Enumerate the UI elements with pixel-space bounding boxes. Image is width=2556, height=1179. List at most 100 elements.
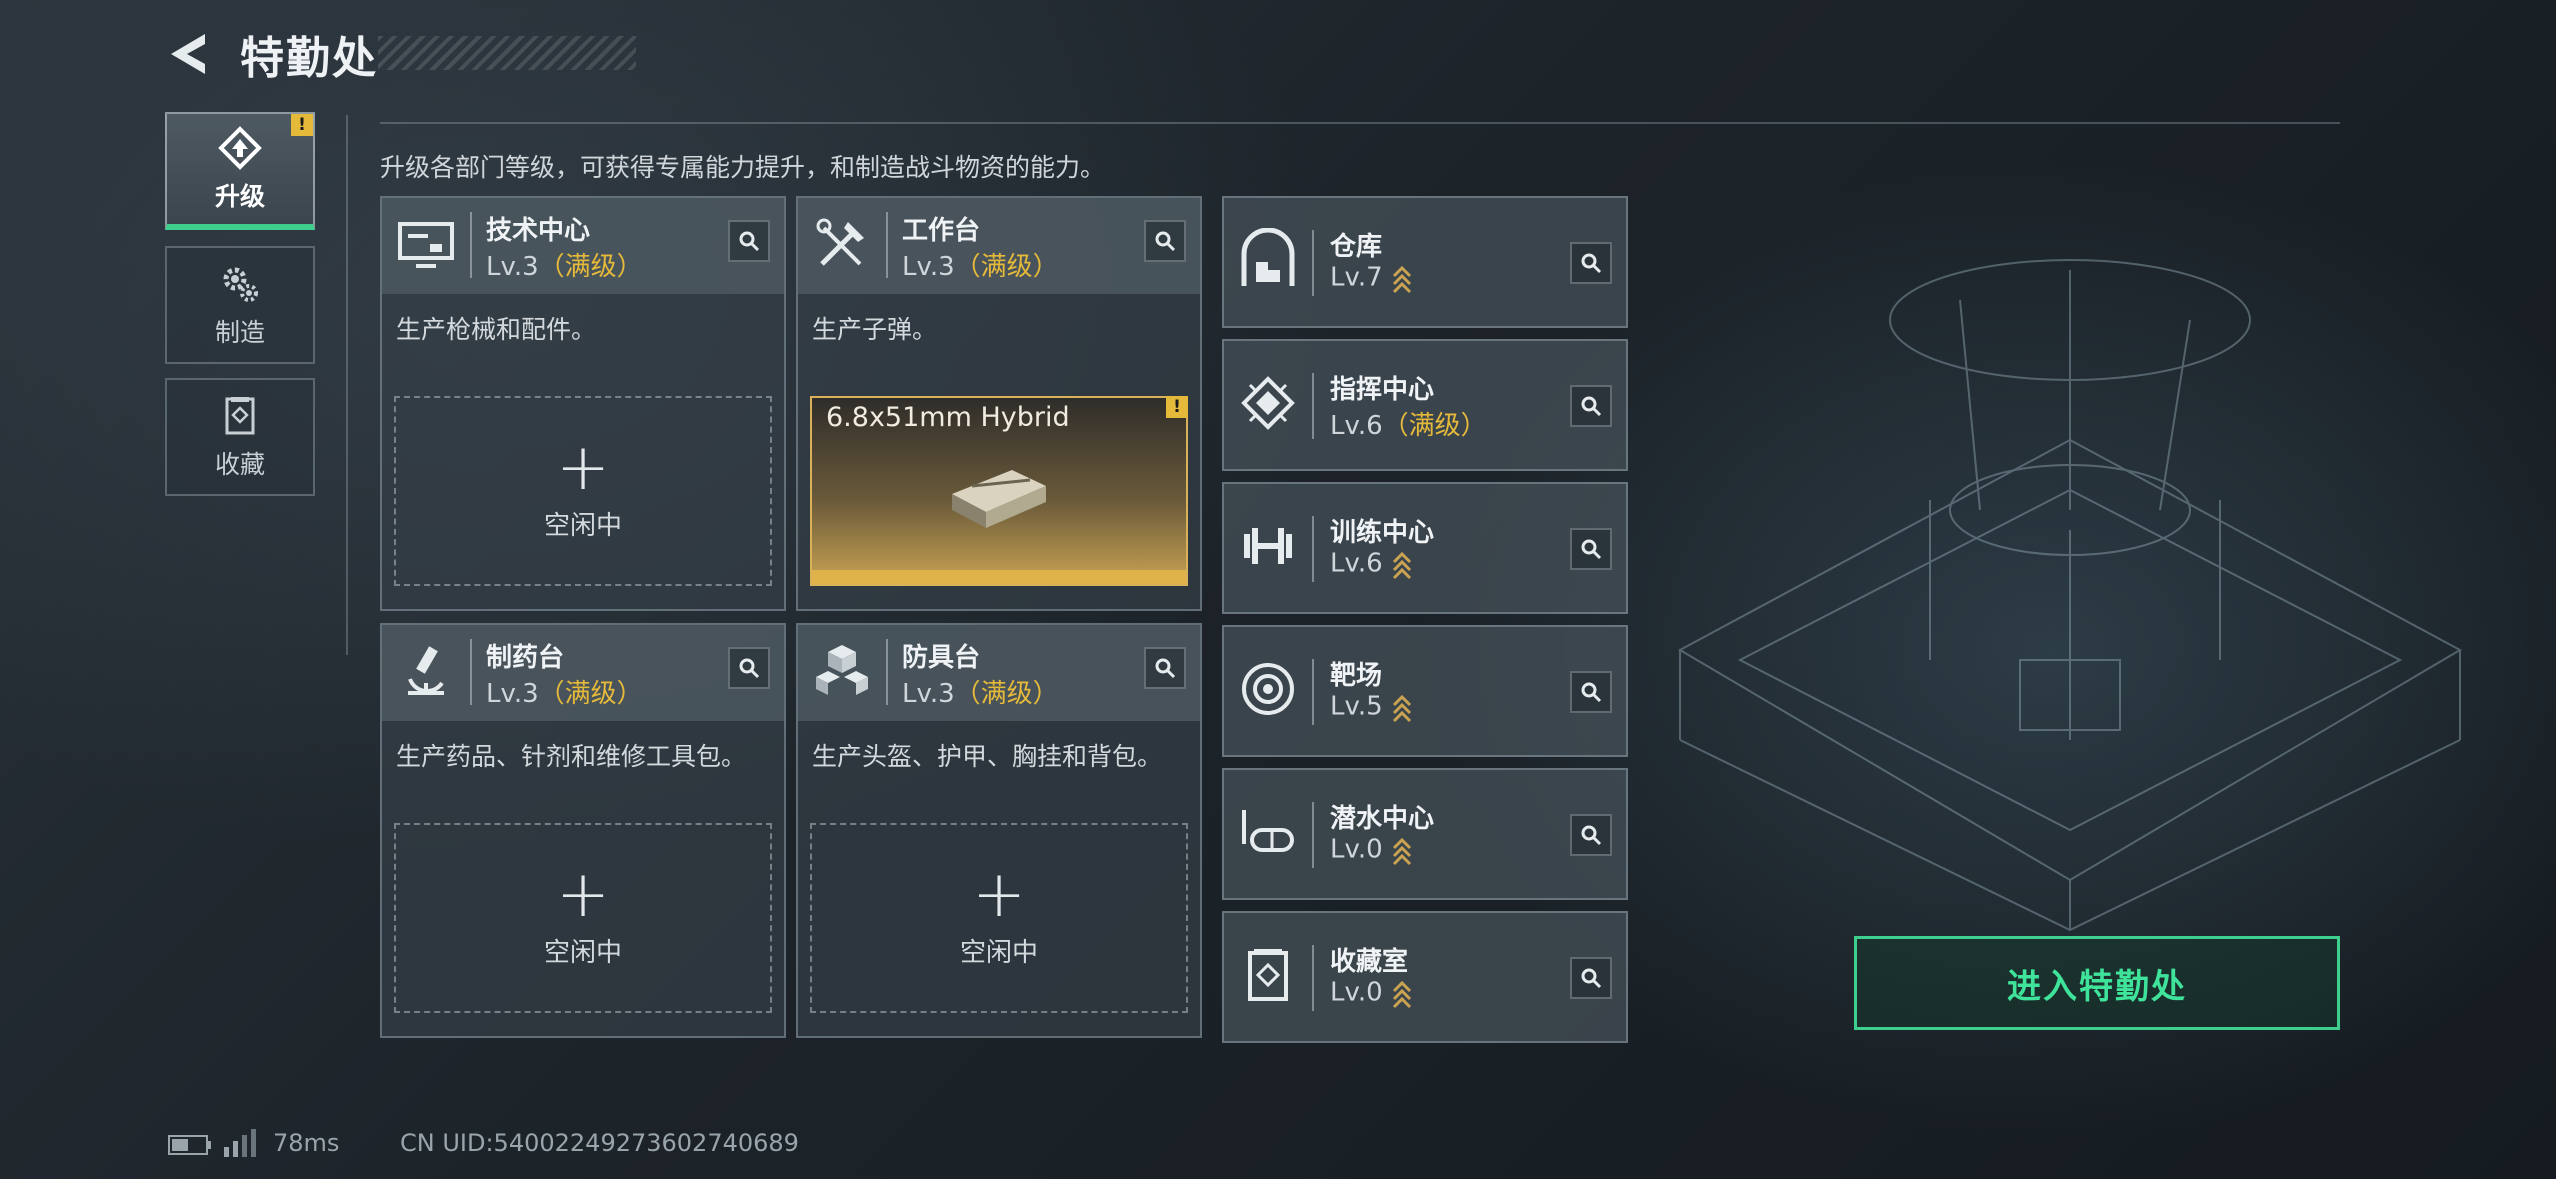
- max-level-tag: （满级）: [538, 252, 643, 282]
- building-level: Lv.5: [1330, 691, 1413, 723]
- gears-icon: [223, 267, 258, 302]
- upgrade-available-icon: [1392, 837, 1411, 866]
- station-level: Lv.3（满级）: [486, 246, 643, 283]
- divider: [380, 122, 2340, 124]
- production-slot[interactable]: + 空闲中: [394, 823, 772, 1013]
- separator: [470, 639, 472, 705]
- battery-icon: [168, 1135, 211, 1155]
- level-value: Lv.3: [902, 252, 955, 282]
- building-level: Lv.0: [1330, 977, 1413, 1009]
- tab-label: 制造: [214, 318, 265, 347]
- search-icon: [1581, 825, 1602, 846]
- station-name: 制药台: [486, 643, 565, 673]
- station-description: 生产头盔、护甲、胸挂和背包。: [812, 742, 1163, 771]
- dumbbell-icon: [1244, 528, 1292, 564]
- station-name: 工作台: [902, 216, 981, 246]
- building-warehouse[interactable]: 仓库 Lv.7: [1222, 196, 1628, 328]
- signal-icon: [224, 1129, 256, 1157]
- progress-bar: [812, 570, 1186, 584]
- slot-status: 空闲中: [543, 937, 622, 968]
- slot-status: 空闲中: [959, 937, 1038, 968]
- ammo-box-image: [952, 470, 1046, 528]
- section-description: 升级各部门等级，可获得专属能力提升，和制造战斗物资的能力。: [380, 153, 1106, 182]
- inspect-button[interactable]: [1570, 814, 1612, 856]
- building-diving-center[interactable]: 潜水中心 Lv.0: [1222, 768, 1628, 900]
- search-icon: [739, 658, 760, 679]
- produced-item-name: 6.8x51mm Hybrid: [826, 402, 1070, 433]
- building-name: 潜水中心: [1330, 804, 1435, 834]
- station-card-pharmacy[interactable]: 制药台 Lv.3（满级） 生产药品、针剂和维修工具包。 + 空闲中: [380, 623, 786, 1038]
- production-slot[interactable]: + 空闲中: [810, 823, 1188, 1013]
- building-training-center[interactable]: 训练中心 Lv.6: [1222, 482, 1628, 614]
- building-name: 指挥中心: [1330, 375, 1435, 405]
- building-name: 仓库: [1330, 232, 1383, 262]
- tools-icon: [816, 218, 864, 266]
- station-level: Lv.3（满级）: [486, 673, 643, 710]
- warehouse-icon: [1241, 228, 1295, 286]
- station-level: Lv.3（满级）: [902, 246, 1059, 283]
- tab-upgrade[interactable]: 升级 !: [165, 112, 315, 230]
- building-level: Lv.0: [1330, 834, 1413, 866]
- building-level: Lv.7: [1330, 262, 1413, 294]
- upgrade-available-icon: [1392, 980, 1411, 1009]
- slot-status: 空闲中: [543, 510, 622, 541]
- building-shooting-range[interactable]: 靶场 Lv.5: [1222, 625, 1628, 757]
- upgrade-available-icon: [1392, 551, 1411, 580]
- card-header: 防具台 Lv.3（满级）: [798, 625, 1200, 721]
- station-card-workbench[interactable]: 工作台 Lv.3（满级） 生产子弹。 6.8x51mm Hybrid !: [796, 196, 1202, 611]
- card-header: 技术中心 Lv.3（满级）: [382, 198, 784, 294]
- level-value: Lv.7: [1330, 262, 1383, 293]
- collection-icon: [225, 397, 255, 435]
- separator: [1312, 802, 1314, 868]
- production-slot-active[interactable]: 6.8x51mm Hybrid !: [810, 396, 1188, 586]
- enter-button-label: 进入特勤处: [2007, 966, 2187, 1007]
- separator: [470, 212, 472, 278]
- search-icon: [1155, 658, 1176, 679]
- separator: [1312, 659, 1314, 725]
- max-level-tag: （满级）: [1382, 411, 1487, 441]
- enter-special-ops-button[interactable]: 进入特勤处: [1854, 936, 2340, 1030]
- inspect-button[interactable]: [728, 220, 770, 262]
- search-icon: [1581, 682, 1602, 703]
- tab-manufacture[interactable]: 制造: [165, 246, 315, 364]
- production-slot[interactable]: + 空闲中: [394, 396, 772, 586]
- building-name: 收藏室: [1330, 947, 1409, 977]
- building-collection-room[interactable]: 收藏室 Lv.0: [1222, 911, 1628, 1043]
- search-icon: [1581, 968, 1602, 989]
- inspect-button[interactable]: [1570, 671, 1612, 713]
- station-card-tech-center[interactable]: 技术中心 Lv.3（满级） 生产枪械和配件。 + 空闲中: [380, 196, 786, 611]
- card-header: 制药台 Lv.3（满级）: [382, 625, 784, 721]
- inspect-button[interactable]: [1144, 647, 1186, 689]
- tab-label: 收藏: [214, 450, 265, 479]
- tab-collection[interactable]: 收藏: [165, 378, 315, 496]
- inspect-button[interactable]: [1570, 528, 1612, 570]
- station-description: 生产枪械和配件。: [396, 315, 597, 344]
- plus-icon: +: [972, 857, 1026, 932]
- upgrade-available-icon: [1392, 265, 1411, 294]
- level-value: Lv.3: [902, 679, 955, 709]
- alert-badge: !: [1166, 396, 1188, 418]
- command-chip-icon: [1241, 376, 1295, 430]
- max-level-tag: （满级）: [538, 679, 643, 709]
- station-description: 生产药品、针剂和维修工具包。: [396, 742, 747, 771]
- inspect-button[interactable]: [1570, 242, 1612, 284]
- inspect-button[interactable]: [1570, 385, 1612, 427]
- ping-latency: 78ms: [273, 1129, 340, 1157]
- separator: [1312, 945, 1314, 1011]
- back-arrow-icon[interactable]: [165, 28, 215, 80]
- alert-badge: !: [291, 114, 313, 136]
- max-level-tag: （满级）: [954, 679, 1059, 709]
- station-card-armor-bench[interactable]: 防具台 Lv.3（满级） 生产头盔、护甲、胸挂和背包。 + 空闲中: [796, 623, 1202, 1038]
- plus-icon: +: [556, 857, 610, 932]
- building-command-center[interactable]: 指挥中心 Lv.6（满级）: [1222, 339, 1628, 471]
- plus-icon: +: [556, 430, 610, 505]
- user-uid: CN UID:54002249273602740689: [400, 1129, 799, 1157]
- inspect-button[interactable]: [1144, 220, 1186, 262]
- monitor-icon: [398, 222, 454, 268]
- station-description: 生产子弹。: [812, 315, 938, 344]
- search-icon: [1155, 231, 1176, 252]
- building-level: Lv.6: [1330, 548, 1413, 580]
- separator: [1312, 230, 1314, 296]
- inspect-button[interactable]: [1570, 957, 1612, 999]
- inspect-button[interactable]: [728, 647, 770, 689]
